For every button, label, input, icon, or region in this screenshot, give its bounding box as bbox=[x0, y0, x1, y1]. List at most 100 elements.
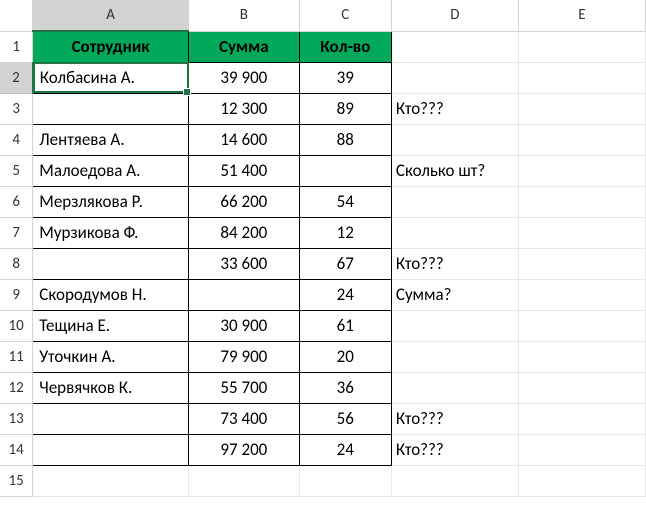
data-row: 12 Червячков К. 55 700 36 bbox=[0, 372, 646, 403]
row-header[interactable]: 4 bbox=[0, 124, 33, 155]
cell-qty[interactable] bbox=[299, 155, 391, 186]
cell[interactable] bbox=[299, 465, 391, 496]
cell-sum[interactable]: 14 600 bbox=[189, 124, 300, 155]
cell-employee[interactable]: Тещина Е. bbox=[33, 310, 189, 341]
cell-employee[interactable] bbox=[33, 248, 189, 279]
cell-sum[interactable]: 97 200 bbox=[189, 434, 300, 465]
cell-note[interactable]: Кто??? bbox=[391, 248, 518, 279]
cell-sum[interactable]: 39 900 bbox=[189, 62, 300, 93]
col-header-D[interactable]: D bbox=[391, 0, 518, 31]
cell-qty[interactable]: 54 bbox=[299, 186, 391, 217]
cell-note[interactable] bbox=[391, 186, 518, 217]
cell-employee[interactable]: Мерзлякова Р. bbox=[33, 186, 189, 217]
cell-note[interactable]: Кто??? bbox=[391, 93, 518, 124]
cell-qty[interactable]: 61 bbox=[299, 310, 391, 341]
header-sum[interactable]: Сумма bbox=[189, 31, 300, 62]
col-header-B[interactable]: B bbox=[189, 0, 300, 31]
cell-note[interactable]: Кто??? bbox=[391, 434, 518, 465]
cell-note[interactable] bbox=[391, 372, 518, 403]
grid[interactable]: A B C D E 1 Сотрудник Сумма Кол-во 2 Кол… bbox=[0, 0, 646, 497]
row-header[interactable]: 8 bbox=[0, 248, 33, 279]
cell-note[interactable] bbox=[391, 62, 518, 93]
cell-employee[interactable] bbox=[33, 403, 189, 434]
header-employee[interactable]: Сотрудник bbox=[33, 31, 189, 62]
row-header[interactable]: 3 bbox=[0, 93, 33, 124]
cell-qty[interactable]: 89 bbox=[299, 93, 391, 124]
cell-qty[interactable]: 88 bbox=[299, 124, 391, 155]
cell[interactable] bbox=[518, 155, 645, 186]
row-header[interactable]: 6 bbox=[0, 186, 33, 217]
cell-sum[interactable]: 55 700 bbox=[189, 372, 300, 403]
cell-employee[interactable]: Лентяева А. bbox=[33, 124, 189, 155]
cell-qty[interactable]: 24 bbox=[299, 434, 391, 465]
cell-employee[interactable]: Малоедова А. bbox=[33, 155, 189, 186]
cell-employee[interactable] bbox=[33, 93, 189, 124]
cell-qty[interactable]: 36 bbox=[299, 372, 391, 403]
cell-note[interactable] bbox=[391, 341, 518, 372]
row-header[interactable]: 5 bbox=[0, 155, 33, 186]
row-header[interactable]: 7 bbox=[0, 217, 33, 248]
cell-note[interactable] bbox=[391, 124, 518, 155]
col-header-E[interactable]: E bbox=[518, 0, 645, 31]
row-header[interactable]: 15 bbox=[0, 465, 33, 496]
cell-sum[interactable]: 73 400 bbox=[189, 403, 300, 434]
cell[interactable] bbox=[391, 465, 518, 496]
cell-sum[interactable]: 66 200 bbox=[189, 186, 300, 217]
cell-qty[interactable]: 67 bbox=[299, 248, 391, 279]
cell[interactable] bbox=[518, 217, 645, 248]
row-header[interactable]: 14 bbox=[0, 434, 33, 465]
cell-employee[interactable] bbox=[33, 434, 189, 465]
cell-note[interactable]: Сумма? bbox=[391, 279, 518, 310]
cell[interactable] bbox=[518, 248, 645, 279]
cell[interactable] bbox=[518, 186, 645, 217]
cell-sum[interactable]: 33 600 bbox=[189, 248, 300, 279]
cell-sum[interactable]: 84 200 bbox=[189, 217, 300, 248]
cell[interactable] bbox=[518, 341, 645, 372]
header-qty[interactable]: Кол-во bbox=[299, 31, 391, 62]
cell-qty[interactable]: 56 bbox=[299, 403, 391, 434]
row-header[interactable]: 12 bbox=[0, 372, 33, 403]
row-header[interactable]: 1 bbox=[0, 31, 33, 62]
cell-qty[interactable]: 39 bbox=[299, 62, 391, 93]
cell[interactable] bbox=[518, 279, 645, 310]
data-row: 7 Мурзикова Ф. 84 200 12 bbox=[0, 217, 646, 248]
cell-sum[interactable]: 12 300 bbox=[189, 93, 300, 124]
row-header[interactable]: 2 bbox=[0, 62, 33, 93]
row-header[interactable]: 11 bbox=[0, 341, 33, 372]
cell[interactable] bbox=[518, 434, 645, 465]
col-header-A[interactable]: A bbox=[33, 0, 189, 31]
cell-employee[interactable]: Мурзикова Ф. bbox=[33, 217, 189, 248]
cell[interactable] bbox=[518, 465, 645, 496]
cell[interactable] bbox=[518, 310, 645, 341]
cell-employee[interactable]: Уточкин А. bbox=[33, 341, 189, 372]
cell-employee[interactable]: Скородумов Н. bbox=[33, 279, 189, 310]
cell[interactable] bbox=[518, 124, 645, 155]
cell-qty[interactable]: 24 bbox=[299, 279, 391, 310]
cell-employee[interactable]: Колбасина А. bbox=[33, 62, 189, 93]
cell-note[interactable] bbox=[391, 217, 518, 248]
row-header[interactable]: 9 bbox=[0, 279, 33, 310]
cell-note[interactable]: Сколько шт? bbox=[391, 155, 518, 186]
cell[interactable] bbox=[33, 465, 189, 496]
select-all-corner[interactable] bbox=[0, 0, 33, 31]
cell[interactable] bbox=[391, 31, 518, 62]
cell-sum[interactable] bbox=[189, 279, 300, 310]
cell-sum[interactable]: 30 900 bbox=[189, 310, 300, 341]
row-header[interactable]: 10 bbox=[0, 310, 33, 341]
cell-note[interactable] bbox=[391, 310, 518, 341]
cell[interactable] bbox=[518, 93, 645, 124]
col-header-C[interactable]: C bbox=[299, 0, 391, 31]
cell-sum[interactable]: 51 400 bbox=[189, 155, 300, 186]
cell-employee[interactable]: Червячков К. bbox=[33, 372, 189, 403]
cell[interactable] bbox=[518, 403, 645, 434]
cell-note[interactable]: Кто??? bbox=[391, 403, 518, 434]
cell-sum[interactable]: 79 900 bbox=[189, 341, 300, 372]
cell-qty[interactable]: 12 bbox=[299, 217, 391, 248]
cell-qty[interactable]: 20 bbox=[299, 341, 391, 372]
cell[interactable] bbox=[518, 31, 645, 62]
cell[interactable] bbox=[518, 372, 645, 403]
row-header[interactable]: 13 bbox=[0, 403, 33, 434]
cell[interactable] bbox=[518, 62, 645, 93]
cell[interactable] bbox=[189, 465, 300, 496]
spreadsheet[interactable]: A B C D E 1 Сотрудник Сумма Кол-во 2 Кол… bbox=[0, 0, 646, 520]
